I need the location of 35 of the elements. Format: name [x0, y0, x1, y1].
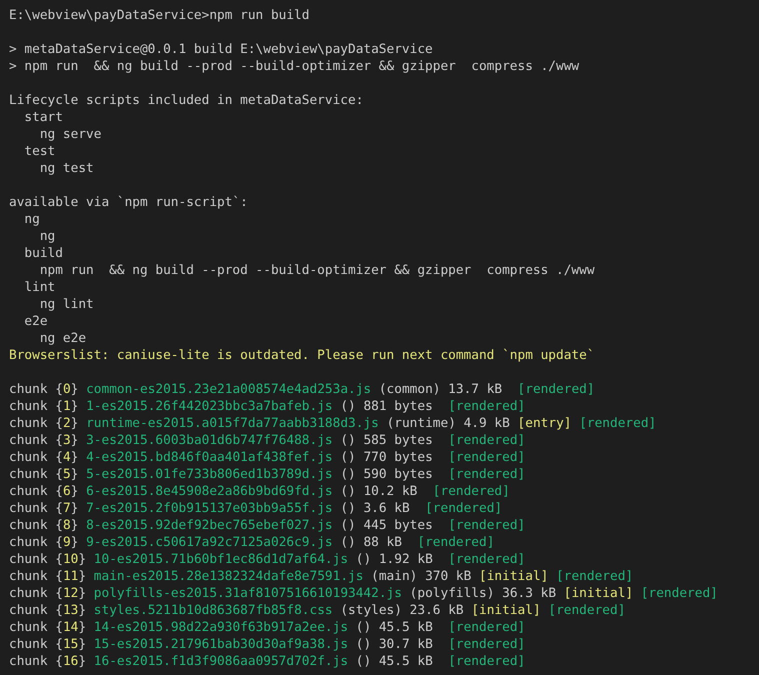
terminal-line: e2e: [23, 313, 48, 330]
terminal-line: > npm run && ng build --prod --build-optimizer && gzipper compress ./www: [9, 58, 580, 75]
chunk-line: chunk {11} main-es2015.28e1382324dafe8e7591.js (main) 370 kB [initial] [rendered]: [9, 568, 634, 585]
chunk-line: chunk {13} styles.5211b10d863687fb85f8.css (styles) 23.6 kB [initial] [rendered]: [9, 602, 626, 619]
chunk-line: chunk {9} 9-es2015.c50617a92c7125a026c9.js () 88 kB [rendered]: [9, 534, 494, 551]
chunk-line: chunk {7} 7-es2015.2f0b915137e03bb9a55f.js () 3.6 kB [rendered]: [9, 500, 502, 517]
terminal-line: ng: [38, 228, 56, 245]
terminal-line: > metaDataService@0.0.1 build E:\webview\payDataService: [9, 41, 433, 58]
terminal-line: ng serve: [38, 126, 102, 143]
terminal-line: start: [23, 109, 63, 126]
chunk-line: chunk {16} 16-es2015.f1d3f9086aa0957d702f.js () 45.5 kB [rendered]: [9, 653, 526, 670]
terminal-line: Lifecycle scripts included in metaDataService:: [9, 92, 364, 109]
chunk-line: chunk {12} polyfills-es2015.31af8107516610193442.js (polyfills) 36.3 kB [initial] [rendered]: [9, 585, 718, 602]
terminal-line: ng: [23, 211, 40, 228]
chunk-line: chunk {0} common-es2015.23e21a008574e4ad253a.js (common) 13.7 kB [rendered]: [9, 381, 595, 398]
terminal-line: lint: [23, 279, 56, 296]
chunk-line: chunk {4} 4-es2015.bd846f0aa401af438fef.js () 770 bytes [rendered]: [9, 449, 526, 466]
chunk-line: chunk {5} 5-es2015.01fe733b806ed1b3789d.js () 590 bytes [rendered]: [9, 466, 526, 483]
terminal-line: ng lint: [38, 296, 94, 313]
terminal-line: available via `npm run-script`:: [9, 194, 248, 211]
terminal-line: test: [23, 143, 56, 160]
chunk-line: chunk {1} 1-es2015.26f442023bbc3a7bafeb.js () 881 bytes [rendered]: [9, 398, 526, 415]
terminal-line: npm run && ng build --prod --build-optimizer && gzipper compress ./www: [38, 262, 595, 279]
chunk-line: chunk {10} 10-es2015.71b60bf1ec86d1d7af64.js () 1.92 kB [rendered]: [9, 551, 526, 568]
terminal-line: ng e2e: [38, 330, 86, 347]
chunk-line: chunk {15} 15-es2015.217961bab30d30af9a38.js () 30.7 kB [rendered]: [9, 636, 526, 653]
warning-line: Browserslist: caniuse-lite is outdated. Please run next command `npm update`: [9, 347, 595, 364]
chunk-line: chunk {3} 3-es2015.6003ba01d6b747f76488.js () 585 bytes [rendered]: [9, 432, 526, 449]
chunk-line: chunk {6} 6-es2015.8e45908e2a86b9bd69fd.js () 10.2 kB [rendered]: [9, 483, 510, 500]
chunk-line: chunk {8} 8-es2015.92def92bec765ebef027.js () 445 bytes [rendered]: [9, 517, 526, 534]
chunk-line: chunk {2} runtime-es2015.a015f7da77aabb3188d3.js (runtime) 4.9 kB [entry] [rendered]: [9, 415, 656, 432]
chunk-line: chunk {14} 14-es2015.98d22a930f63b917a2ee.js () 45.5 kB [rendered]: [9, 619, 526, 636]
terminal-line: build: [23, 245, 63, 262]
terminal-line: ng test: [38, 160, 94, 177]
terminal-line: E:\webview\payDataService>npm run build: [9, 7, 310, 24]
